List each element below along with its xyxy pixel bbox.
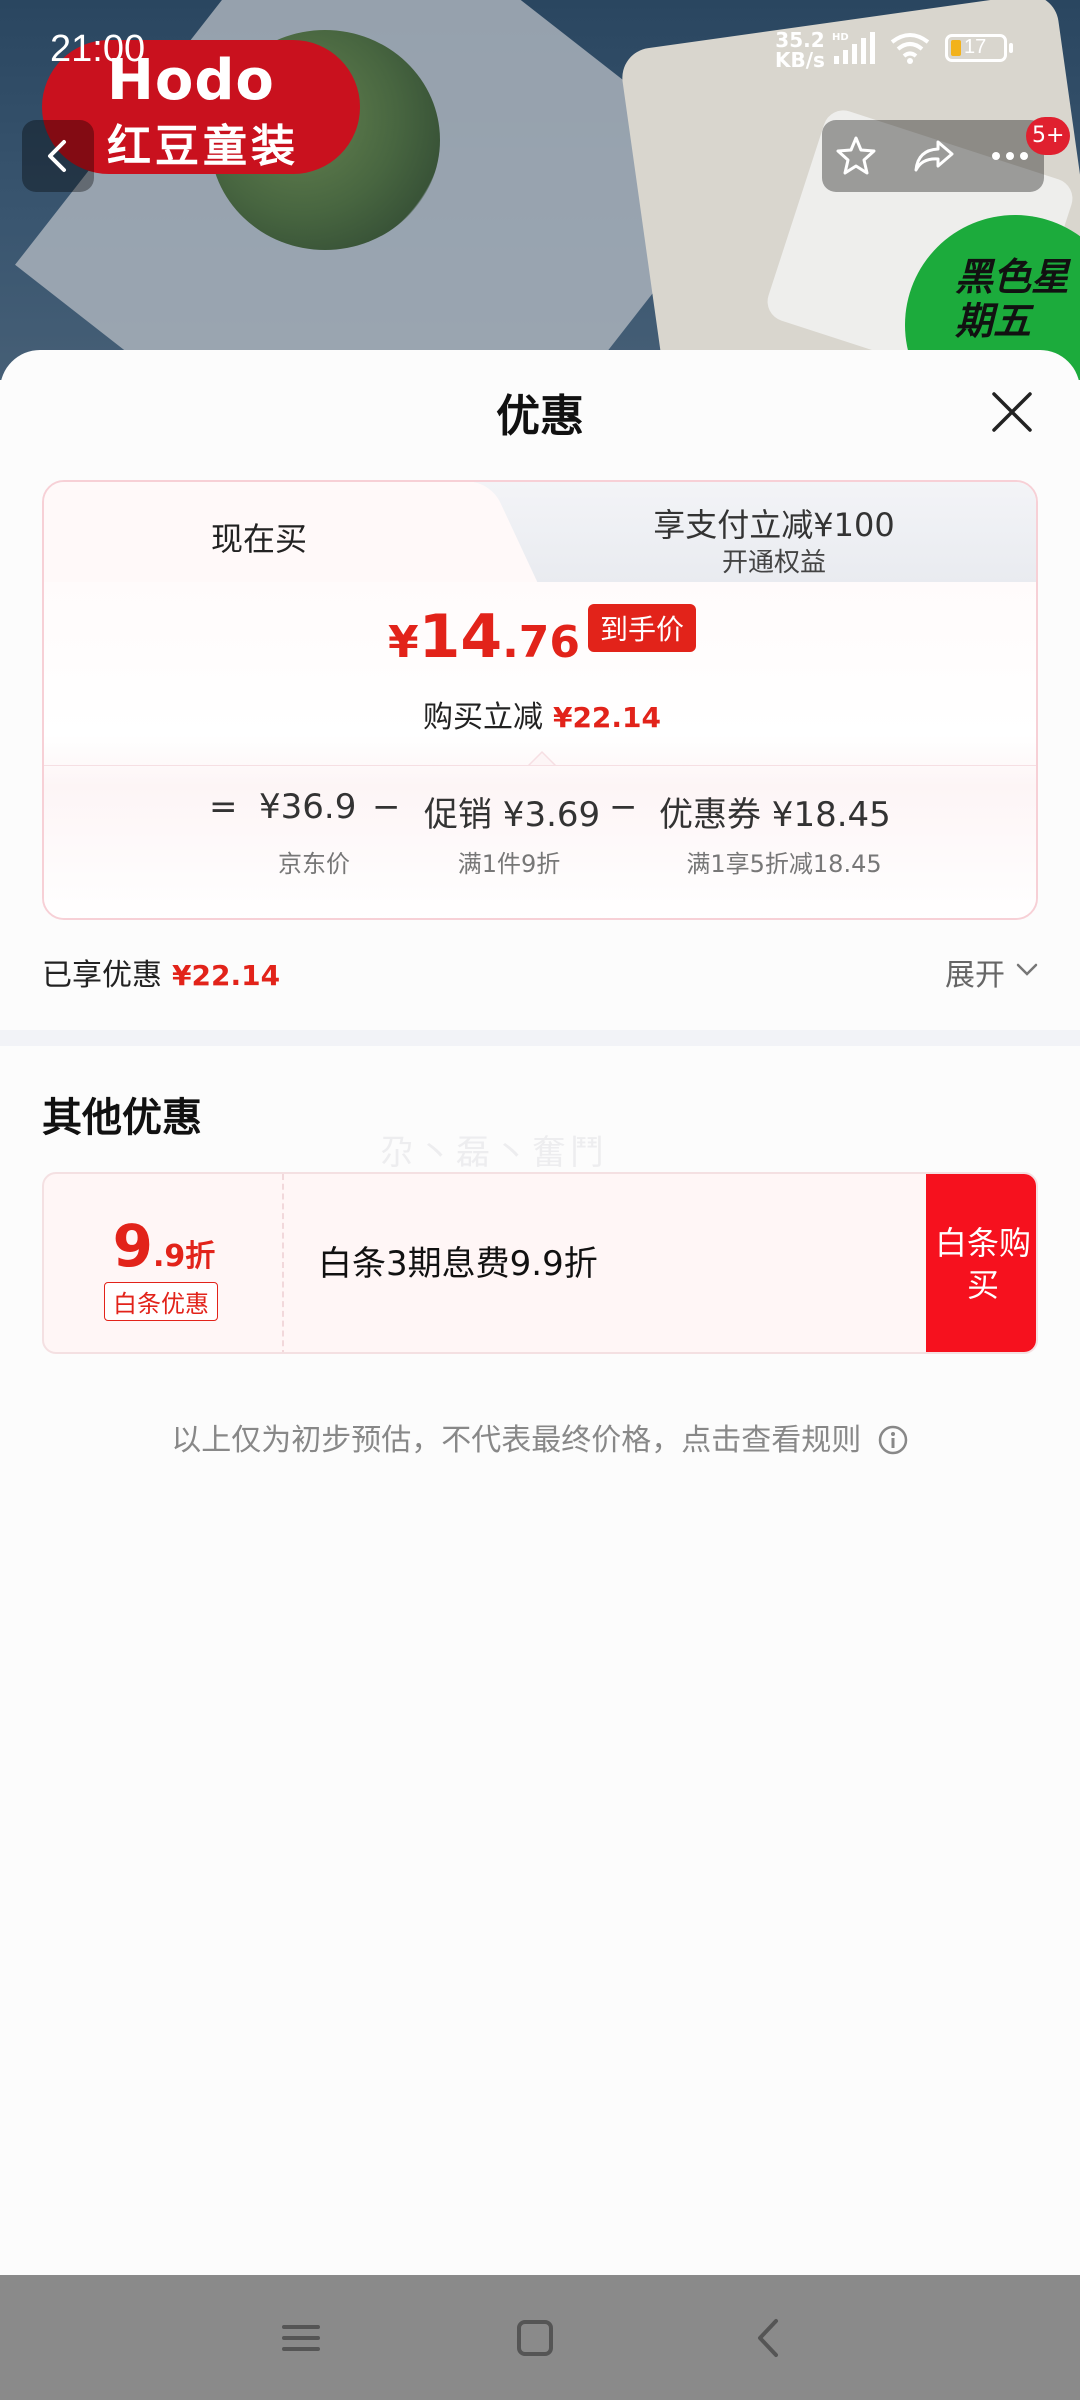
instant-reduce-label: 购买立减 xyxy=(422,700,543,735)
coupon-label: 满1享5折减18.45 xyxy=(686,850,882,878)
system-nav-bar xyxy=(0,2275,1080,2400)
disclaimer[interactable]: 以上仅为初步预估，不代表最终价格，点击查看规则 xyxy=(0,1415,1080,1459)
minus-sign-2: − xyxy=(609,787,638,827)
network-speed-unit: KB/s xyxy=(775,48,825,72)
sheet-title: 优惠 xyxy=(496,391,584,442)
hd-label: HD xyxy=(832,32,849,43)
battery-icon: 17 xyxy=(945,34,1013,62)
nav-back-icon[interactable] xyxy=(744,2313,794,2363)
star-icon[interactable] xyxy=(832,132,880,180)
network-speed-value: 35.2 xyxy=(775,28,825,52)
top-action-group xyxy=(822,120,1044,192)
back-icon xyxy=(48,140,66,172)
enjoyed-value: ¥22.14 xyxy=(172,959,281,992)
wifi-icon xyxy=(890,33,930,64)
baitiao-buy-button[interactable]: 白条购买 xyxy=(926,1174,1036,1352)
coupon-value: 优惠券 ¥18.45 xyxy=(659,795,891,835)
instant-reduce: 购买立减 ¥22.14 xyxy=(44,692,1036,736)
tab-pay-discount-sub[interactable]: 开通权益 xyxy=(564,542,984,579)
other-discounts-title: 其他优惠 xyxy=(42,1095,202,1141)
offer-discount-small: .9折 xyxy=(153,1239,216,1274)
enjoyed-discount: 已享优惠 ¥22.14 xyxy=(42,950,280,994)
caret-up-icon xyxy=(528,750,556,766)
brand-name: 红豆童装 xyxy=(107,121,299,172)
network-speed: 35.2 KB/s xyxy=(775,30,825,70)
info-icon[interactable] xyxy=(877,1424,909,1456)
offer-discount: 9.9折 xyxy=(44,1212,284,1280)
final-price-tag: 到手价 xyxy=(588,604,697,652)
jd-price-value: ¥36.9 xyxy=(259,787,357,827)
final-price-currency: ¥ xyxy=(387,617,419,668)
price-card: 享支付立减¥100 开通权益 现在买 ¥14.76 到手价 购买立减 ¥22.14 … xyxy=(42,480,1038,920)
share-icon[interactable] xyxy=(910,132,958,180)
tab-pay-discount-label[interactable]: 享支付立减¥100 xyxy=(564,500,984,546)
final-price: ¥14.76 到手价 xyxy=(44,602,1036,672)
equals-sign: = xyxy=(209,787,238,827)
baitiao-offer-card[interactable]: 9.9折 白条优惠 白条3期息费9.9折 白条购买 xyxy=(42,1172,1038,1354)
disclaimer-text[interactable]: 以上仅为初步预估，不代表最终价格，点击查看规则 xyxy=(171,1423,861,1458)
status-bar: 21:00 35.2 KB/s HD 17 xyxy=(0,0,1080,100)
menu-icon[interactable] xyxy=(276,2313,326,2363)
jd-price-label: 京东价 xyxy=(278,850,350,878)
tab-buy-now-label[interactable]: 现在买 xyxy=(44,514,474,560)
chevron-down-icon[interactable] xyxy=(1016,962,1038,978)
home-icon[interactable] xyxy=(510,2313,560,2363)
offer-tag: 白条优惠 xyxy=(104,1282,218,1321)
enjoyed-label: 已享优惠 xyxy=(42,958,162,993)
signal-icon: HD xyxy=(832,32,875,64)
sale-badge-text: 黑色星期五 xyxy=(955,255,1070,343)
offer-discount-big: 9 xyxy=(112,1212,154,1280)
back-button[interactable] xyxy=(22,120,94,192)
offer-discount-block: 9.9折 白条优惠 xyxy=(44,1174,284,1352)
watermark: 尕丶磊丶奮鬥 xyxy=(380,1133,608,1173)
minus-sign-1: − xyxy=(372,787,401,827)
instant-reduce-value: ¥22.14 xyxy=(552,701,662,734)
divider xyxy=(44,765,1036,766)
promo-value: 促销 ¥3.69 xyxy=(424,795,601,835)
battery-level: 17 xyxy=(964,36,987,58)
expand-button[interactable]: 展开 xyxy=(945,950,1005,994)
final-price-integer: 14 xyxy=(418,602,503,672)
status-time: 21:00 xyxy=(50,28,146,70)
final-price-decimal: .76 xyxy=(502,617,581,668)
notification-badge: 5+ xyxy=(1026,117,1071,155)
price-detail: ¥14.76 到手价 购买立减 ¥22.14 = ¥36.9 − 促销 ¥3.69 … xyxy=(44,582,1036,918)
close-icon[interactable] xyxy=(990,390,1034,434)
discount-sheet: 优惠 享支付立减¥100 开通权益 现在买 ¥14.76 到手价 购买立减 ¥22.… xyxy=(0,350,1080,2275)
offer-text: 白条3期息费9.9折 xyxy=(318,1244,598,1284)
section-divider xyxy=(0,1030,1080,1046)
promo-label: 满1件9折 xyxy=(457,850,561,878)
